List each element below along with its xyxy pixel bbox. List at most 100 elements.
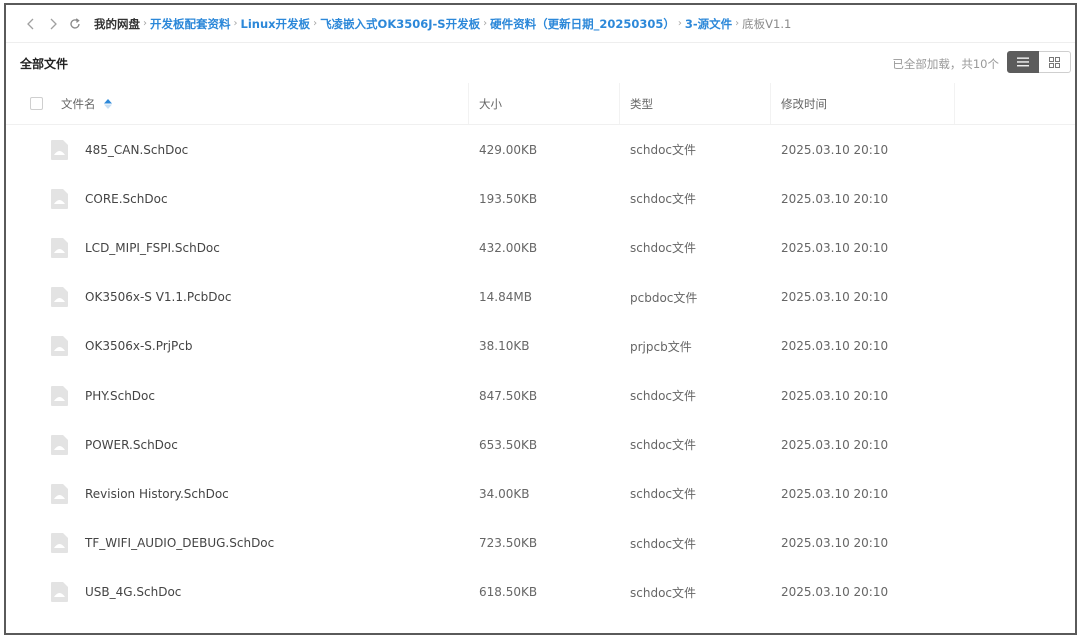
file-browser-window: 我的网盘 › 开发板配套资料 › Linux开发板 › 飞凌嵌入式OK3506J-S开发板 ›… [4, 3, 1077, 635]
file-size-cell: 193.50KB [469, 174, 620, 223]
file-icon[interactable] [50, 237, 69, 259]
forward-button[interactable] [42, 13, 64, 35]
breadcrumb-item[interactable]: 开发板配套资料 [150, 16, 231, 32]
file-type-cell: schdoc文件 [620, 223, 771, 272]
file-icon[interactable] [50, 139, 69, 161]
file-type: schdoc文件 [630, 487, 697, 502]
file-icon[interactable] [50, 581, 69, 603]
file-type: schdoc文件 [630, 389, 697, 404]
breadcrumb-item[interactable]: 我的网盘 [94, 16, 140, 32]
breadcrumb-bar: 我的网盘 › 开发板配套资料 › Linux开发板 › 飞凌嵌入式OK3506J-S开发板 ›… [6, 5, 1075, 43]
table-row[interactable]: OK3506x-S V1.1.PcbDoc 14.84MB pcbdoc文件 2025… [6, 273, 1075, 322]
table-row[interactable]: PHY.SchDoc 847.50KB schdoc文件 2025.03.10 20:… [6, 371, 1075, 420]
file-icon[interactable] [50, 532, 69, 554]
file-size: 429.00KB [479, 142, 538, 157]
select-all-checkbox[interactable] [30, 97, 43, 110]
file-modified: 2025.03.10 20:10 [781, 339, 889, 354]
file-modified-cell: 2025.03.10 20:10 [771, 568, 955, 617]
view-toggle [1007, 51, 1071, 73]
chevron-left-icon [27, 18, 34, 29]
file-size: 193.50KB [479, 191, 538, 206]
file-type-cell: schdoc文件 [620, 371, 771, 420]
file-type-cell: schdoc文件 [620, 469, 771, 518]
file-name[interactable]: PHY.SchDoc [85, 389, 155, 403]
table-row[interactable]: USB_4G.SchDoc 618.50KB schdoc文件 2025.03.10 … [6, 568, 1075, 617]
file-type: schdoc文件 [630, 241, 697, 256]
file-name[interactable]: OK3506x-S V1.1.PcbDoc [85, 290, 231, 304]
file-type: pcbdoc文件 [630, 290, 698, 305]
file-size: 847.50KB [479, 388, 538, 403]
breadcrumb: 我的网盘 › 开发板配套资料 › Linux开发板 › 飞凌嵌入式OK3506J-S开发板 ›… [94, 16, 791, 32]
table-row[interactable]: CORE.SchDoc 193.50KB schdoc文件 2025.03.10 20… [6, 174, 1075, 223]
breadcrumb-separator-icon: › [313, 18, 318, 29]
file-size-cell: 34.00KB [469, 469, 620, 518]
grid-view-button[interactable] [1039, 51, 1071, 73]
column-header-name[interactable]: 文件名 [6, 83, 469, 124]
file-modified-cell: 2025.03.10 20:10 [771, 125, 955, 174]
file-icon[interactable] [50, 385, 69, 407]
column-header-spacer [955, 83, 1075, 124]
file-size-cell: 429.00KB [469, 125, 620, 174]
file-modified: 2025.03.10 20:10 [781, 388, 889, 403]
table-row[interactable]: OK3506x-S.PrjPcb 38.10KB prjpcb文件 2025.03.1… [6, 322, 1075, 371]
list-view-button[interactable] [1007, 51, 1039, 73]
file-name-cell: USB_4G.SchDoc [6, 568, 469, 617]
column-header-modified[interactable]: 修改时间 [771, 83, 955, 124]
table-row[interactable]: TF_WIFI_AUDIO_DEBUG.SchDoc 723.50KB schdoc… [6, 519, 1075, 568]
file-icon[interactable] [50, 335, 69, 357]
file-size-cell: 38.10KB [469, 322, 620, 371]
sort-asc-icon[interactable] [103, 98, 112, 109]
file-type-cell: schdoc文件 [620, 174, 771, 223]
file-size-cell: 653.50KB [469, 420, 620, 469]
table-row[interactable]: Revision History.SchDoc 34.00KB schdoc文件 20… [6, 469, 1075, 518]
file-modified-cell: 2025.03.10 20:10 [771, 273, 955, 322]
file-name[interactable]: Revision History.SchDoc [85, 487, 229, 501]
file-size: 34.00KB [479, 486, 530, 501]
file-icon[interactable] [50, 286, 69, 308]
breadcrumb-item[interactable]: 硬件资料（更新日期_20250305） [490, 16, 675, 32]
file-name[interactable]: POWER.SchDoc [85, 438, 178, 452]
file-modified-cell: 2025.03.10 20:10 [771, 420, 955, 469]
file-modified: 2025.03.10 20:10 [781, 486, 889, 501]
breadcrumb-item[interactable]: 3-源文件 [685, 16, 732, 32]
file-modified: 2025.03.10 20:10 [781, 240, 889, 255]
file-table: 文件名 大小 类型 修改时间 485_CAN.SchDoc 429.00KB sch… [6, 83, 1075, 617]
all-files-title: 全部文件 [20, 56, 69, 71]
breadcrumb-separator-icon: › [735, 18, 740, 29]
file-size: 38.10KB [479, 339, 530, 354]
breadcrumb-item[interactable]: 飞凌嵌入式OK3506J-S开发板 [320, 16, 480, 32]
column-header-size[interactable]: 大小 [469, 83, 620, 124]
file-type: schdoc文件 [630, 536, 697, 551]
file-name[interactable]: 485_CAN.SchDoc [85, 143, 188, 157]
refresh-icon [70, 17, 80, 29]
file-name[interactable]: LCD_MIPI_FSPI.SchDoc [85, 241, 220, 255]
file-icon[interactable] [50, 483, 69, 505]
file-name[interactable]: USB_4G.SchDoc [85, 585, 181, 599]
file-name-cell: OK3506x-S.PrjPcb [6, 322, 469, 371]
file-modified: 2025.03.10 20:10 [781, 437, 889, 452]
file-size-cell: 847.50KB [469, 371, 620, 420]
file-name[interactable]: TF_WIFI_AUDIO_DEBUG.SchDoc [85, 536, 274, 550]
table-row[interactable]: 485_CAN.SchDoc 429.00KB schdoc文件 2025.03.10… [6, 125, 1075, 174]
file-size: 653.50KB [479, 437, 538, 452]
table-header: 文件名 大小 类型 修改时间 [6, 83, 1075, 125]
file-icon[interactable] [50, 434, 69, 456]
breadcrumb-item[interactable]: Linux开发板 [241, 16, 311, 32]
back-button[interactable] [20, 13, 42, 35]
file-name-cell: PHY.SchDoc [6, 371, 469, 420]
file-name[interactable]: OK3506x-S.PrjPcb [85, 339, 192, 353]
file-icon[interactable] [50, 188, 69, 210]
toolbar: 全部文件 已全部加载，共10个 [6, 43, 1075, 83]
file-modified-cell: 2025.03.10 20:10 [771, 519, 955, 568]
table-row[interactable]: LCD_MIPI_FSPI.SchDoc 432.00KB schdoc文件 2025… [6, 223, 1075, 272]
file-name[interactable]: CORE.SchDoc [85, 192, 168, 206]
column-header-type[interactable]: 类型 [620, 83, 771, 124]
refresh-button[interactable] [64, 13, 86, 35]
file-modified-cell: 2025.03.10 20:10 [771, 174, 955, 223]
file-type: schdoc文件 [630, 143, 697, 158]
file-name-cell: POWER.SchDoc [6, 420, 469, 469]
file-type: schdoc文件 [630, 192, 697, 207]
table-row[interactable]: POWER.SchDoc 653.50KB schdoc文件 2025.03.10 2… [6, 420, 1075, 469]
file-modified: 2025.03.10 20:10 [781, 142, 889, 157]
file-size-cell: 723.50KB [469, 519, 620, 568]
